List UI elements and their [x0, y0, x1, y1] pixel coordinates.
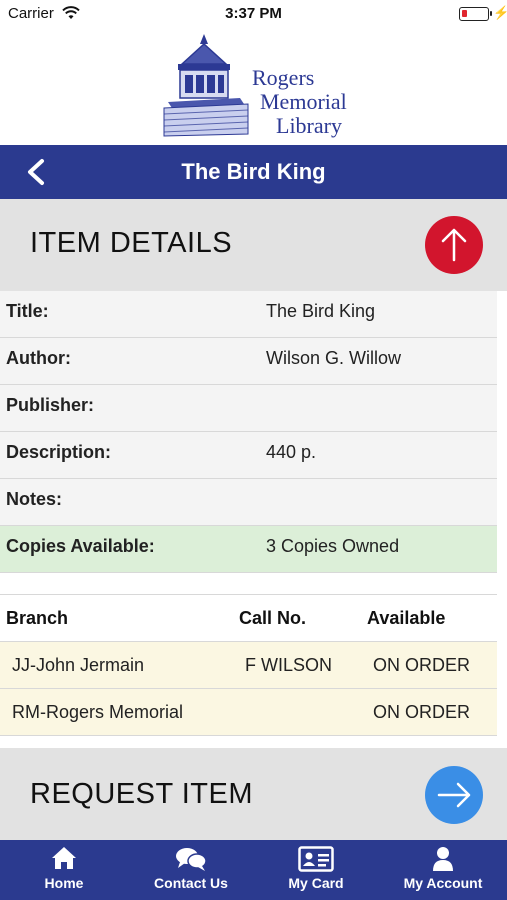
logo-line-1: Rogers — [252, 65, 315, 90]
logo-wordmark: Rogers Memorial Library — [250, 66, 347, 138]
holdings-table: Branch Call No. Available JJ-John Jermai… — [0, 594, 497, 736]
branch-cell: JJ-John Jermain — [12, 655, 145, 675]
clock: 3:37 PM — [225, 5, 282, 22]
tab-label: My Account — [403, 875, 483, 891]
detail-key: Description: — [6, 442, 112, 462]
detail-row-copies-available: Copies Available: 3 Copies Owned — [0, 526, 497, 573]
call-no-cell: F WILSON — [245, 655, 333, 675]
item-details-list: Title: The Bird King Author: Wilson G. W… — [0, 291, 497, 573]
detail-value: 3 Copies Owned — [266, 536, 400, 556]
detail-row-publisher: Publisher: — [0, 385, 497, 432]
item-details-heading: ITEM DETAILS — [30, 227, 233, 259]
detail-key: Notes: — [6, 489, 63, 509]
detail-key: Publisher: — [6, 395, 95, 415]
page-title: The Bird King — [181, 159, 326, 184]
lighthouse-cupola-icon — [163, 34, 249, 137]
status-bar: Carrier 3:37 PM ⚡ — [0, 0, 507, 28]
detail-row-notes: Notes: — [0, 479, 497, 526]
collapse-details-button[interactable] — [425, 216, 483, 274]
item-details-header[interactable]: ITEM DETAILS — [0, 199, 507, 291]
arrow-up-icon — [441, 228, 467, 262]
tab-home[interactable]: Home — [14, 840, 114, 900]
column-header-branch: Branch — [6, 608, 69, 628]
charging-icon: ⚡ — [493, 5, 507, 20]
detail-value: The Bird King — [266, 301, 376, 321]
detail-value: 440 p. — [266, 442, 317, 462]
detail-key: Copies Available: — [6, 536, 155, 556]
detail-value: Wilson G. Willow — [266, 348, 402, 368]
logo-line-3: Library — [276, 113, 342, 138]
table-row: RM-Rogers Memorial ON ORDER — [0, 689, 497, 736]
availability-cell: ON ORDER — [373, 702, 471, 722]
detail-row-title: Title: The Bird King — [0, 291, 497, 338]
tab-label: Home — [44, 875, 84, 891]
detail-key: Author: — [6, 348, 71, 368]
arrow-right-icon — [437, 782, 471, 808]
tab-my-account[interactable]: My Account — [393, 840, 493, 900]
logo-line-2: Memorial — [260, 89, 347, 114]
home-icon — [52, 847, 76, 869]
tab-contact-us[interactable]: Contact Us — [141, 840, 241, 900]
detail-row-author: Author: Wilson G. Willow — [0, 338, 497, 385]
detail-key: Title: — [6, 301, 49, 321]
library-logo: Rogers Memorial Library — [160, 30, 360, 140]
chat-icon — [176, 848, 207, 871]
request-item-row[interactable]: REQUEST ITEM — [0, 748, 507, 840]
tab-bar: Home Contact Us My Card My Account — [0, 840, 507, 900]
branch-cell: RM-Rogers Memorial — [12, 702, 184, 722]
table-row: JJ-John Jermain F WILSON ON ORDER — [0, 642, 497, 689]
detail-row-description: Description: 440 p. — [0, 432, 497, 479]
tab-label: My Card — [288, 875, 344, 891]
request-item-heading: REQUEST ITEM — [30, 778, 253, 810]
availability-cell: ON ORDER — [373, 655, 471, 675]
column-header-call-no: Call No. — [239, 608, 307, 628]
holdings-header-row: Branch Call No. Available — [0, 595, 497, 642]
request-item-button[interactable] — [425, 766, 483, 824]
column-header-available: Available — [367, 608, 446, 628]
battery-icon — [459, 7, 492, 21]
id-card-icon — [298, 846, 334, 872]
tab-label: Contact Us — [154, 875, 228, 891]
tab-my-card[interactable]: My Card — [266, 840, 366, 900]
nav-bar: The Bird King — [0, 145, 507, 199]
user-icon — [433, 847, 453, 871]
